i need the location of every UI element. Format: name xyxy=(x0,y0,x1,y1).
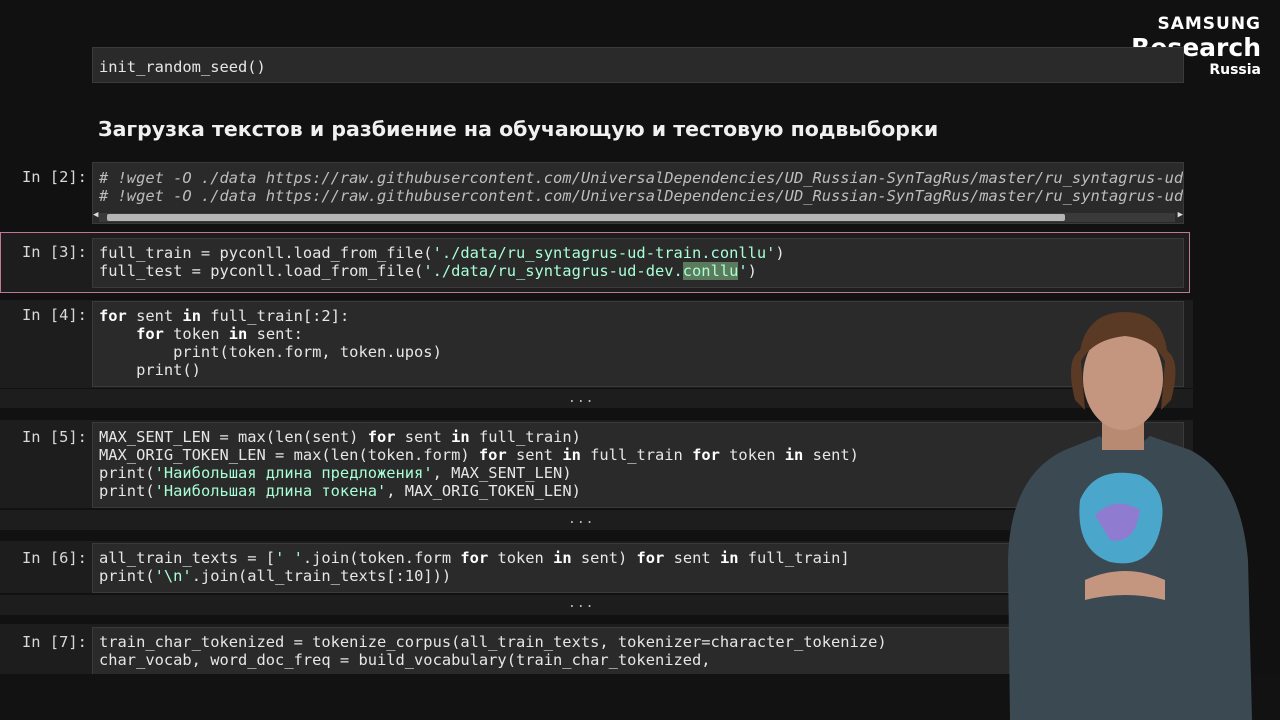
code-line: print(token.form, token.upos) xyxy=(99,343,442,361)
code-line: full_train = pyconll.load_from_file('./d… xyxy=(99,244,785,262)
code-line: print() xyxy=(99,361,201,379)
collapsed-output-dots[interactable]: ... xyxy=(568,596,594,611)
scrollbar-thumb[interactable] xyxy=(107,214,1065,221)
presenter-video-overlay xyxy=(1008,312,1252,720)
logo-line-1: SAMSUNG xyxy=(1157,14,1261,34)
code-line: # !wget -O ./data https://raw.githubuser… xyxy=(99,187,1184,205)
text-selection: conllu xyxy=(682,262,739,280)
scroll-left-icon[interactable]: ◀ xyxy=(93,210,98,220)
cell-prompt: In [3]: xyxy=(22,243,87,261)
code-line: MAX_ORIG_TOKEN_LEN = max(len(token.form)… xyxy=(99,446,859,464)
scroll-right-icon[interactable]: ▶ xyxy=(1178,210,1183,220)
section-heading: Загрузка текстов и разбиение на обучающу… xyxy=(98,117,939,141)
cell-prompt: In [7]: xyxy=(22,633,87,651)
code-line: full_test = pyconll.load_from_file('./da… xyxy=(99,262,757,280)
code-cell-load[interactable]: full_train = pyconll.load_from_file('./d… xyxy=(92,238,1184,288)
code-cell-wget[interactable]: # !wget -O ./data https://raw.githubuser… xyxy=(92,162,1184,224)
code-line: for sent in full_train[:2]: xyxy=(99,307,350,325)
code-line: print('Наибольшая длина предложения', MA… xyxy=(99,464,572,482)
cell-prompt: In [5]: xyxy=(22,428,87,446)
horizontal-scrollbar[interactable]: ◀ ▶ xyxy=(93,210,1183,222)
code-line: # !wget -O ./data https://raw.githubuser… xyxy=(99,169,1184,187)
code-line: all_train_texts = [' '.join(token.form f… xyxy=(99,549,850,567)
code-line: MAX_SENT_LEN = max(len(sent) for sent in… xyxy=(99,428,581,446)
code-cell-init[interactable]: init_random_seed() xyxy=(92,47,1184,83)
cell-prompt: In [4]: xyxy=(22,306,87,324)
code-line: for token in sent: xyxy=(136,325,303,343)
code-line: init_random_seed() xyxy=(99,58,266,76)
code-line: char_vocab, word_doc_freq = build_vocabu… xyxy=(99,651,711,669)
collapsed-output-dots[interactable]: ... xyxy=(568,512,594,527)
code-line: print('\n'.join(all_train_texts[:10])) xyxy=(99,567,452,585)
cell-prompt: In [6]: xyxy=(22,549,87,567)
code-line: train_char_tokenized = tokenize_corpus(a… xyxy=(99,633,887,651)
collapsed-output-dots[interactable]: ... xyxy=(568,391,594,406)
code-line: print('Наибольшая длина токена', MAX_ORI… xyxy=(99,482,581,500)
cell-prompt: In [2]: xyxy=(22,168,87,186)
